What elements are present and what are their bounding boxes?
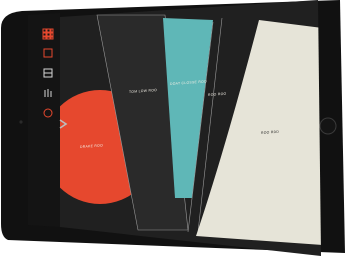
device-scene: DRAKE ROO TOM LOW ROO DOAT CLOSSE ROO RO…: [0, 0, 345, 260]
circle-icon[interactable]: [42, 107, 54, 119]
screen-content: [60, 0, 321, 256]
bars-icon[interactable]: [42, 87, 54, 99]
split-square-icon[interactable]: [42, 67, 54, 79]
camera-dot: [19, 120, 23, 124]
grid-icon[interactable]: [42, 28, 54, 40]
square-icon[interactable]: [42, 47, 54, 59]
home-button[interactable]: [319, 117, 337, 135]
chevron-right-icon[interactable]: [58, 118, 68, 129]
sidebar-panel: [28, 13, 60, 227]
